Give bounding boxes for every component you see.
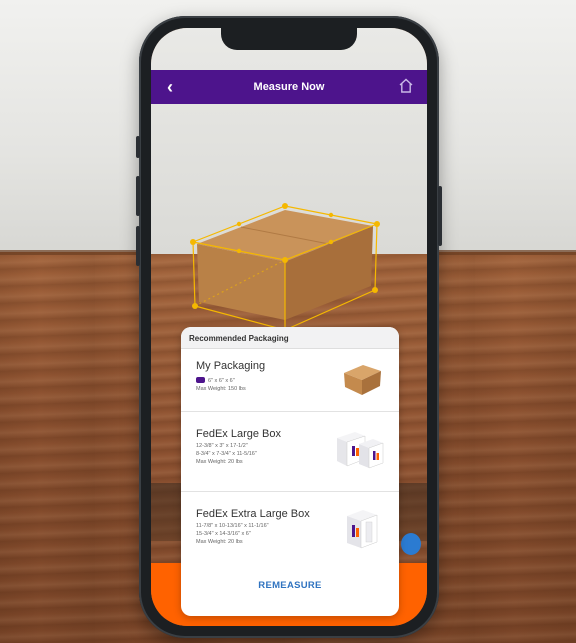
packaging-dimensions: 12-3/8" x 3" x 17-1/2" bbox=[196, 443, 248, 449]
packaging-dimensions-alt: 15-3/4" x 14-3/16" x 6" bbox=[196, 531, 251, 537]
screen-title: Measure Now bbox=[253, 81, 325, 93]
packaging-option-my-packaging[interactable]: My Packaging 6" x 6" x 6" Max Weight: 15… bbox=[181, 349, 399, 412]
phone-power-button bbox=[438, 186, 442, 246]
packaging-dimensions-alt: 8-3/4" x 7-3/4" x 11-5/16" bbox=[196, 451, 257, 457]
measured-box bbox=[190, 203, 380, 333]
phone-device: ‹ Measure Now Recommended Packaging My P… bbox=[136, 16, 442, 638]
packaging-max-weight: Max Weight: 20 lbs bbox=[196, 459, 243, 465]
packaging-max-weight: Max Weight: 20 lbs bbox=[196, 539, 243, 545]
floating-action-button[interactable] bbox=[401, 533, 421, 555]
packaging-name: My Packaging bbox=[196, 360, 266, 372]
packaging-dimensions: 11-7/8" x 10-13/16" x 11-1/16" bbox=[196, 523, 269, 529]
phone-volume-down-button bbox=[136, 226, 140, 266]
packaging-name: FedEx Extra Large Box bbox=[196, 508, 310, 520]
top-app-bar: ‹ Measure Now bbox=[151, 70, 427, 104]
cardboard-box-icon bbox=[344, 365, 381, 395]
packaging-dimensions: 6" x 6" x 6" bbox=[196, 377, 235, 384]
packaging-max-weight: Max Weight: 150 lbs bbox=[196, 386, 246, 392]
packaging-option-fedex-large-box[interactable]: FedEx Large Box 12-3/8" x 3" x 17-1/2" 8… bbox=[181, 412, 399, 492]
dimension-badge-icon bbox=[196, 377, 205, 383]
phone-volume-up-button bbox=[136, 176, 140, 216]
home-icon[interactable] bbox=[399, 78, 413, 94]
phone-screen: ‹ Measure Now Recommended Packaging My P… bbox=[151, 28, 427, 626]
packaging-name: FedEx Large Box bbox=[196, 428, 281, 440]
packaging-option-fedex-extra-large-box[interactable]: FedEx Extra Large Box 11-7/8" x 10-13/16… bbox=[181, 492, 399, 572]
remeasure-button[interactable]: REMEASURE bbox=[181, 580, 399, 600]
back-chevron-icon[interactable]: ‹ bbox=[167, 77, 183, 97]
phone-notch bbox=[221, 28, 357, 50]
fedex-extra-large-box-icon bbox=[347, 510, 378, 549]
sheet-header: Recommended Packaging bbox=[181, 327, 399, 349]
recommended-packaging-sheet: Recommended Packaging My Packaging 6" x … bbox=[181, 327, 399, 616]
fedex-large-box-icon bbox=[337, 432, 384, 469]
phone-side-button bbox=[136, 136, 140, 158]
